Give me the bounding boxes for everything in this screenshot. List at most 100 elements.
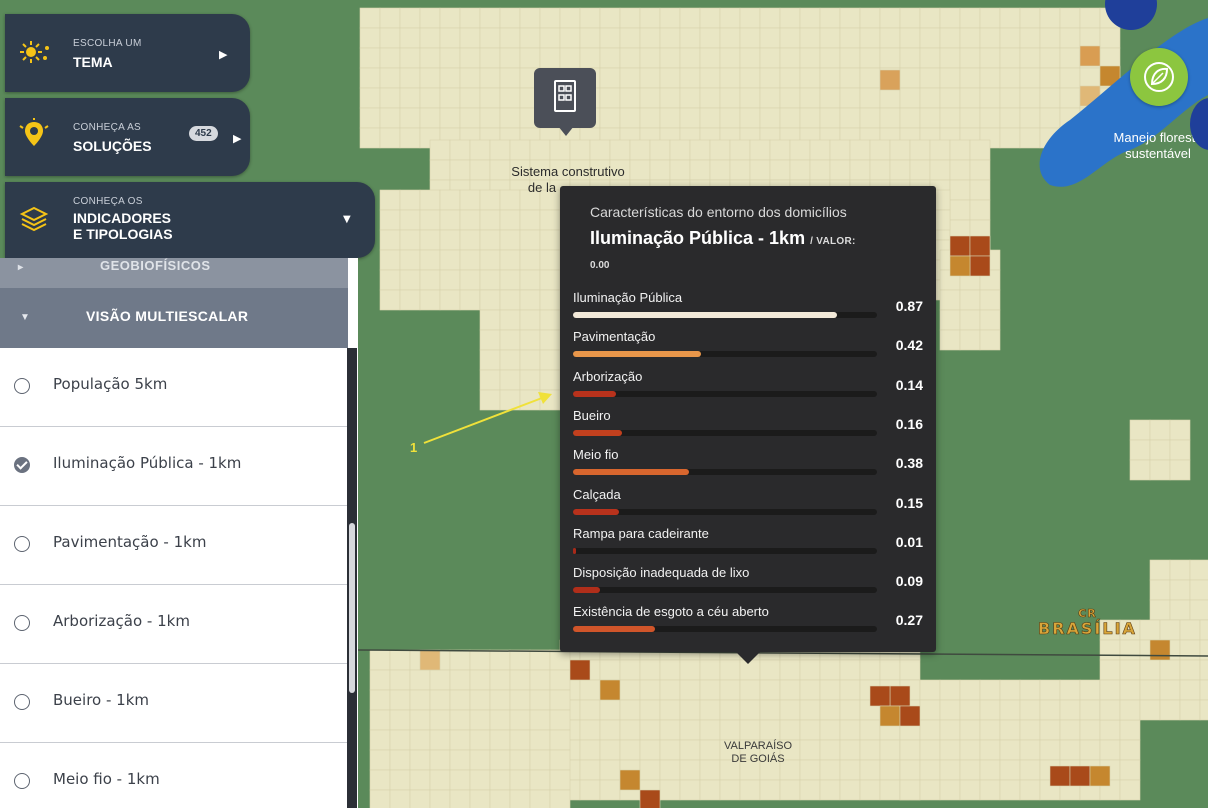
- map-grid-cell: [639, 47, 661, 69]
- map-grid-cell: [1039, 107, 1061, 129]
- map-grid-cell: [699, 719, 721, 741]
- map-grid-cell: [779, 27, 801, 49]
- map-grid-cell: [469, 749, 491, 771]
- tooltip-indicator-name: Meio fio: [573, 447, 619, 462]
- section-geobiofisicos[interactable]: ▸ GEOBIOFÍSICOS: [0, 258, 348, 288]
- map-grid-cell: [499, 209, 521, 231]
- map-grid-cell: [489, 749, 511, 771]
- map-grid-cell: [499, 329, 521, 351]
- map-grid-cell: [499, 349, 521, 371]
- map-grid-cell: [629, 139, 651, 161]
- map-grid-cell: [389, 749, 411, 771]
- map-grid-cell: [399, 87, 421, 109]
- map-grid-cell: [839, 659, 861, 681]
- indicator-label: População 5km: [53, 375, 168, 393]
- map-grid-cell: [1059, 7, 1081, 29]
- map-grid-cell: [1079, 27, 1101, 49]
- map-grid-cell: [939, 759, 961, 781]
- map-grid-cell: [859, 67, 881, 89]
- tooltip-bar-track: [573, 587, 877, 593]
- map-grid-cell: [419, 269, 441, 291]
- map-grid-cell: [529, 769, 551, 791]
- map-grid-cell: [399, 229, 421, 251]
- radio-icon[interactable]: [14, 773, 30, 789]
- map-grid-cell: [659, 67, 681, 89]
- map-grid-cell: [459, 189, 481, 211]
- map-grid-cell: [719, 719, 741, 741]
- radio-checked-icon[interactable]: [14, 457, 30, 473]
- map-grid-cell: [839, 7, 861, 29]
- sidebar-scrollbar-thumb[interactable]: [349, 523, 355, 693]
- indicator-list-item[interactable]: População 5km: [0, 348, 348, 427]
- radio-icon[interactable]: [14, 536, 30, 552]
- radio-icon[interactable]: [14, 615, 30, 631]
- map-grid-cell: [979, 87, 1001, 109]
- map-grid-cell: [529, 689, 551, 711]
- map-grid-cell: [1079, 679, 1101, 701]
- map-grid-cell: [599, 87, 621, 109]
- map-grid-cell: [789, 139, 811, 161]
- map-grid-cell: [439, 229, 461, 251]
- menu-indicadores[interactable]: CONHEÇA OS INDICADORES E TIPOLOGIAS ▼: [5, 182, 375, 258]
- tooltip-bar-track: [573, 391, 877, 397]
- indicator-list-item[interactable]: Bueiro - 1km: [0, 664, 348, 743]
- map-hotspot-cell: [619, 769, 641, 791]
- map-grid-cell: [579, 679, 601, 701]
- map-grid-cell: [979, 289, 1001, 311]
- map-grid-cell: [479, 87, 501, 109]
- manejo-florestal-button[interactable]: [1130, 48, 1188, 106]
- map-grid-cell: [409, 769, 431, 791]
- map-grid-cell: [959, 679, 981, 701]
- map-grid-cell: [679, 659, 701, 681]
- map-grid-cell: [1019, 679, 1041, 701]
- indicator-list-item[interactable]: Meio fio - 1km: [0, 743, 348, 808]
- map-grid-cell: [469, 669, 491, 691]
- map-hotspot-cell: [949, 235, 971, 257]
- tooltip-bar-track: [573, 312, 877, 318]
- map-grid-cell: [799, 27, 821, 49]
- map-grid-cell: [509, 689, 531, 711]
- map-grid-cell: [779, 67, 801, 89]
- indicator-list-item[interactable]: Arborização - 1km: [0, 585, 348, 664]
- map-grid-cell: [819, 27, 841, 49]
- map-grid-cell: [1169, 459, 1191, 481]
- map-grid-cell: [759, 679, 781, 701]
- indicator-list-item[interactable]: Iluminação Pública - 1km: [0, 427, 348, 506]
- map-grid-cell: [739, 779, 761, 801]
- map-grid-cell: [1059, 739, 1081, 761]
- map-grid-cell: [539, 349, 561, 371]
- map-grid-cell: [1039, 47, 1061, 69]
- map-grid-cell: [979, 779, 1001, 801]
- map-grid-cell: [939, 107, 961, 129]
- building-marker[interactable]: [534, 68, 596, 136]
- map-grid-cell: [699, 27, 721, 49]
- map-grid-cell: [719, 27, 741, 49]
- map-grid-cell: [1019, 739, 1041, 761]
- menu-solucoes[interactable]: CONHEÇA AS SOLUÇÕES 452 ▶: [5, 98, 250, 176]
- map-grid-cell: [379, 209, 401, 231]
- map-grid-cell: [479, 269, 501, 291]
- map-grid-cell: [1149, 579, 1171, 601]
- map-grid-cell: [409, 749, 431, 771]
- map-grid-cell: [459, 249, 481, 271]
- menu-tema[interactable]: ESCOLHA UM TEMA ▶: [5, 14, 250, 92]
- map-grid-cell: [1179, 699, 1201, 721]
- map-grid-cell: [1039, 699, 1061, 721]
- tooltip-bar-fill: [573, 469, 689, 475]
- indicator-list-item[interactable]: Pavimentação - 1km: [0, 506, 348, 585]
- map-grid-cell: [779, 659, 801, 681]
- radio-icon[interactable]: [14, 694, 30, 710]
- map-grid-cell: [1099, 739, 1121, 761]
- map-grid-cell: [619, 47, 641, 69]
- map-grid-cell: [399, 67, 421, 89]
- map-grid-cell: [1169, 419, 1191, 441]
- map-grid-cell: [469, 689, 491, 711]
- map-grid-cell: [929, 159, 951, 181]
- tooltip-bar-fill: [573, 430, 622, 436]
- map-grid-cell: [1199, 699, 1208, 721]
- map-grid-cell: [549, 649, 571, 671]
- section-visao-multiescalar[interactable]: ▼ VISÃO MULTIESCALAR: [0, 288, 348, 348]
- map-grid-cell: [1099, 659, 1121, 681]
- radio-icon[interactable]: [14, 378, 30, 394]
- map-hotspot-cell: [1079, 45, 1101, 67]
